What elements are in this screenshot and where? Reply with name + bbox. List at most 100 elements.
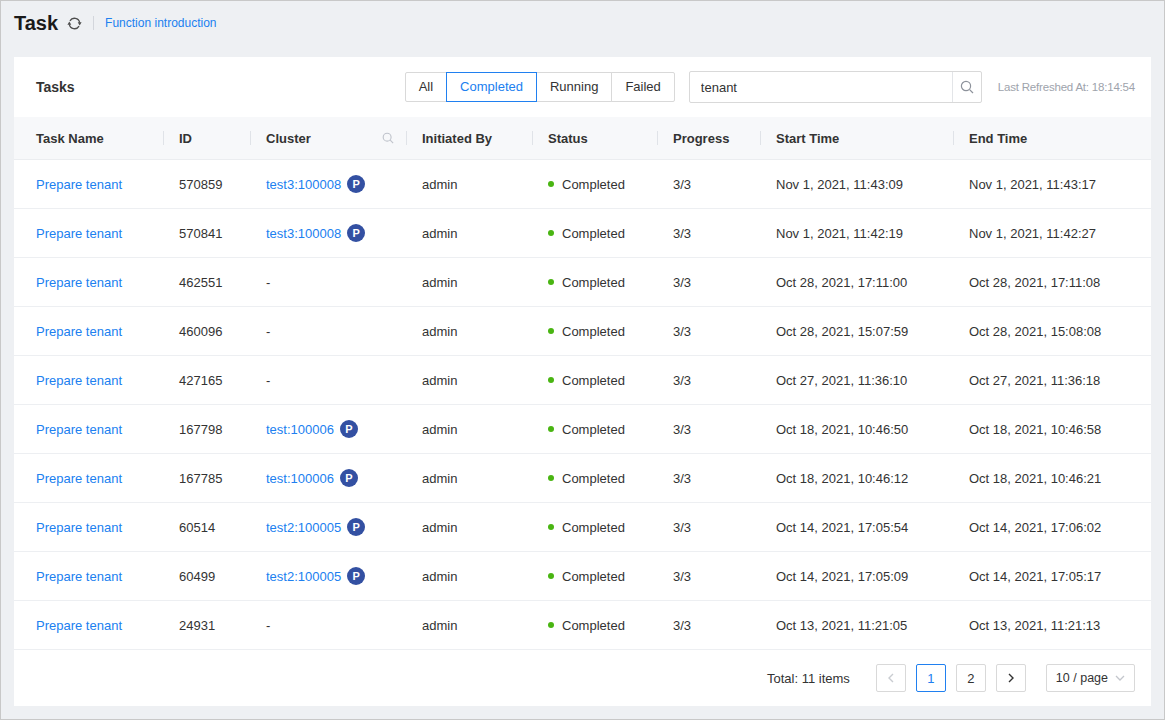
task-id-cell: 167785 <box>163 471 250 486</box>
function-introduction-link[interactable]: Function introduction <box>105 16 216 30</box>
table-row: Prepare tenant 24931 - admin Completed 3… <box>14 601 1151 650</box>
page-button-2[interactable]: 2 <box>956 664 986 692</box>
cluster-link[interactable]: test:100006 <box>266 471 334 486</box>
cluster-cell: - <box>250 275 406 290</box>
table-header: Task NameIDClusterInitiated ByStatusProg… <box>14 117 1151 160</box>
status-dot-icon <box>548 230 554 236</box>
progress-cell: 3/3 <box>657 177 760 192</box>
cluster-link[interactable]: test2:100005 <box>266 569 341 584</box>
table-row: Prepare tenant 460096 - admin Completed … <box>14 307 1151 356</box>
table-row: Prepare tenant 570841 test3:100008P admi… <box>14 209 1151 258</box>
initiated-by-cell: admin <box>406 520 532 535</box>
task-name-cell: Prepare tenant <box>14 177 163 192</box>
task-id-cell: 24931 <box>163 618 250 633</box>
initiated-by-cell: admin <box>406 177 532 192</box>
refresh-icon[interactable] <box>67 16 82 31</box>
start-time-cell: Oct 14, 2021, 17:05:09 <box>760 569 953 584</box>
status-cell: Completed <box>532 373 657 388</box>
progress-cell: 3/3 <box>657 520 760 535</box>
task-name-cell: Prepare tenant <box>14 226 163 241</box>
table-row: Prepare tenant 570859 test3:100008P admi… <box>14 160 1151 209</box>
page-size-select[interactable]: 10 / page <box>1046 664 1135 692</box>
task-id-cell: 167798 <box>163 422 250 437</box>
pagination-bar: Total: 11 items 12 10 / page <box>14 650 1151 706</box>
task-name-link[interactable]: Prepare tenant <box>36 422 122 437</box>
start-time-cell: Oct 14, 2021, 17:05:54 <box>760 520 953 535</box>
status-dot-icon <box>548 279 554 285</box>
cluster-cell: test2:100005P <box>250 567 406 585</box>
task-name-link[interactable]: Prepare tenant <box>36 520 122 535</box>
status-text: Completed <box>562 275 625 290</box>
task-name-link[interactable]: Prepare tenant <box>36 569 122 584</box>
table-row: Prepare tenant 60499 test2:100005P admin… <box>14 552 1151 601</box>
progress-cell: 3/3 <box>657 226 760 241</box>
primary-zone-badge: P <box>347 175 365 193</box>
status-text: Completed <box>562 422 625 437</box>
cluster-cell: - <box>250 324 406 339</box>
cluster-link[interactable]: test2:100005 <box>266 520 341 535</box>
page-button-1[interactable]: 1 <box>916 664 946 692</box>
cluster-link[interactable]: test3:100008 <box>266 177 341 192</box>
table-row: Prepare tenant 167785 test:100006P admin… <box>14 454 1151 503</box>
task-name-link[interactable]: Prepare tenant <box>36 275 122 290</box>
cluster-cell: test:100006P <box>250 469 406 487</box>
task-name-link[interactable]: Prepare tenant <box>36 373 122 388</box>
task-name-link[interactable]: Prepare tenant <box>36 471 122 486</box>
search-box <box>689 71 982 103</box>
primary-zone-badge: P <box>340 420 358 438</box>
initiated-by-cell: admin <box>406 471 532 486</box>
table-row: Prepare tenant 167798 test:100006 P admin… <box>14 405 1151 454</box>
status-dot-icon <box>548 622 554 628</box>
filter-tab-failed[interactable]: Failed <box>611 72 674 102</box>
start-time-cell: Nov 1, 2021, 11:42:19 <box>760 226 953 241</box>
task-name-cell: Prepare tenant <box>14 422 163 437</box>
end-time-cell: Oct 28, 2021, 17:11:08 <box>953 275 1151 290</box>
status-cell: Completed <box>532 226 657 241</box>
column-label: Start Time <box>776 131 839 146</box>
task-name-link[interactable]: Prepare tenant <box>36 226 122 241</box>
start-time-cell: Oct 27, 2021, 11:36:10 <box>760 373 953 388</box>
filter-tab-all[interactable]: All <box>405 72 447 102</box>
status-dot-icon <box>548 524 554 530</box>
prev-page-button[interactable] <box>876 664 906 692</box>
page-title: Task <box>14 12 58 35</box>
start-time-cell: Oct 28, 2021, 17:11:00 <box>760 275 953 290</box>
status-dot-icon <box>548 181 554 187</box>
column-header-progress: Progress <box>657 117 760 159</box>
column-search-icon[interactable] <box>382 132 394 144</box>
status-cell: Completed <box>532 569 657 584</box>
cluster-cell: test2:100005P <box>250 518 406 536</box>
status-dot-icon <box>548 328 554 334</box>
initiated-by-cell: admin <box>406 618 532 633</box>
next-page-button[interactable] <box>996 664 1026 692</box>
cluster-link[interactable]: test3:100008 <box>266 226 341 241</box>
chevron-right-icon <box>1007 673 1015 683</box>
initiated-by-cell: admin <box>406 373 532 388</box>
cluster-cell: test3:100008 P <box>250 175 406 193</box>
status-text: Completed <box>562 569 625 584</box>
panel-header: Tasks AllCompletedRunningFailed Last Ref… <box>14 57 1151 117</box>
search-button[interactable] <box>952 72 981 102</box>
task-name-link[interactable]: Prepare tenant <box>36 618 122 633</box>
column-label: Initiated By <box>422 131 492 146</box>
task-name-cell: Prepare tenant <box>14 324 163 339</box>
column-header-status: Status <box>532 117 657 159</box>
task-name-link[interactable]: Prepare tenant <box>36 177 122 192</box>
start-time-cell: Oct 18, 2021, 10:46:50 <box>760 422 953 437</box>
table-row: Prepare tenant 60514 test2:100005P admin… <box>14 503 1151 552</box>
total-items-label: Total: 11 items <box>767 671 850 686</box>
cluster-link[interactable]: test:100006 <box>266 422 334 437</box>
filter-tab-running[interactable]: Running <box>536 72 612 102</box>
task-name-link[interactable]: Prepare tenant <box>36 324 122 339</box>
search-input[interactable] <box>690 72 952 102</box>
column-header-cluster: Cluster <box>250 117 406 159</box>
task-id-cell: 462551 <box>163 275 250 290</box>
status-text: Completed <box>562 226 625 241</box>
progress-cell: 3/3 <box>657 324 760 339</box>
initiated-by-cell: admin <box>406 422 532 437</box>
status-text: Completed <box>562 373 625 388</box>
column-header-start-time: Start Time <box>760 117 953 159</box>
progress-cell: 3/3 <box>657 569 760 584</box>
filter-tab-completed[interactable]: Completed <box>446 72 537 102</box>
status-cell: Completed <box>532 618 657 633</box>
